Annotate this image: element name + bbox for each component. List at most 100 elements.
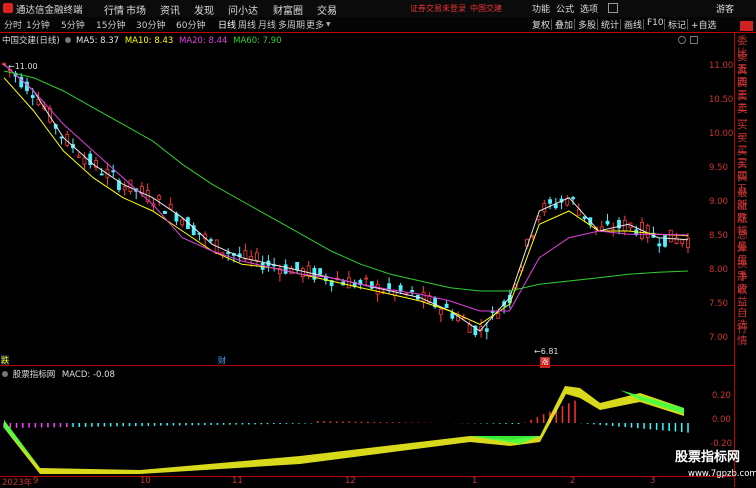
ma10-value: MA10: 8.43 <box>124 36 174 46</box>
candle[interactable] <box>180 219 185 226</box>
candle[interactable] <box>467 323 472 333</box>
candle[interactable] <box>76 155 81 158</box>
menu-gongshi[interactable]: 公式 <box>556 2 574 15</box>
ma-line-ma20 <box>3 63 689 312</box>
candle[interactable] <box>59 136 64 139</box>
tool-fuquan[interactable]: 复权 <box>532 18 550 31</box>
tool-add-watchlist[interactable]: +自选 <box>691 18 717 31</box>
period-more[interactable]: 更多 <box>306 18 324 31</box>
candle[interactable] <box>605 220 610 225</box>
candle[interactable] <box>484 328 489 332</box>
candle[interactable] <box>157 195 162 200</box>
candle[interactable] <box>680 239 685 244</box>
more-chevron-icon[interactable]: ▼ <box>326 21 331 28</box>
candle[interactable] <box>111 170 116 173</box>
stock-link[interactable]: 中国交建 <box>470 3 502 14</box>
ma-line-ma5 <box>3 63 689 332</box>
candle[interactable] <box>410 289 415 293</box>
period-5min[interactable]: 5分钟 <box>61 18 85 31</box>
candle[interactable] <box>444 303 449 308</box>
chart-settings-icon[interactable] <box>678 36 686 44</box>
period-toolbar: 分时 1分钟 5分钟 15分钟 30分钟 60分钟 日线 周线 月线 多周期 更… <box>0 17 756 33</box>
date-tick: 11 <box>232 476 243 486</box>
tool-diejia[interactable]: 叠加 <box>555 18 573 31</box>
candle[interactable] <box>255 252 259 261</box>
period-fenshi[interactable]: 分时 <box>4 18 22 31</box>
candle[interactable] <box>450 312 455 319</box>
toolbar-divider <box>551 19 552 30</box>
candle[interactable] <box>122 186 127 191</box>
candle[interactable] <box>438 308 443 315</box>
candle[interactable] <box>168 203 173 210</box>
menu-wenxiaoda[interactable]: 问小达 <box>228 2 258 17</box>
price-tick: 8.50 <box>709 231 728 241</box>
menu-zixun[interactable]: 资讯 <box>160 2 180 17</box>
quote-label[interactable]: 行情 <box>737 323 756 347</box>
menu-faxian[interactable]: 发现 <box>194 2 214 17</box>
candle[interactable] <box>30 95 35 99</box>
panel-toggle-icon[interactable] <box>740 21 753 31</box>
candle[interactable] <box>645 225 650 238</box>
tool-biaoji[interactable]: 标记 <box>668 18 686 31</box>
candle[interactable] <box>375 283 380 295</box>
candle[interactable] <box>306 265 311 277</box>
candle[interactable] <box>82 157 87 165</box>
price-tick: 9.00 <box>709 197 728 207</box>
candle[interactable] <box>657 243 662 247</box>
tool-f10[interactable]: F10 <box>647 18 664 28</box>
period-15min[interactable]: 15分钟 <box>96 18 125 31</box>
window-icon[interactable] <box>608 3 618 13</box>
chart-maximize-icon[interactable] <box>690 36 698 44</box>
period-1min[interactable]: 1分钟 <box>26 18 50 31</box>
kline-chart[interactable] <box>0 33 700 363</box>
menu-xuanxiang[interactable]: 选项 <box>580 2 598 15</box>
candle[interactable] <box>582 216 587 220</box>
ma-line-ma60 <box>3 70 689 292</box>
login-warning[interactable]: 证券交易未登录 <box>410 3 466 14</box>
app-logo-icon <box>3 3 13 13</box>
candle[interactable] <box>283 264 288 274</box>
candle[interactable] <box>163 211 167 215</box>
menu-gongneng[interactable]: 功能 <box>532 2 550 15</box>
candle[interactable] <box>571 197 575 200</box>
candle[interactable] <box>398 285 403 292</box>
candle[interactable] <box>226 252 231 254</box>
period-month[interactable]: 月线 <box>258 18 276 31</box>
candle[interactable] <box>99 173 104 176</box>
tool-huaxian[interactable]: 画线 <box>624 18 642 31</box>
candle[interactable] <box>295 261 300 271</box>
period-30min[interactable]: 30分钟 <box>136 18 165 31</box>
menu-caifuquan[interactable]: 财富圈 <box>273 2 303 17</box>
candle[interactable] <box>346 277 351 289</box>
stock-title: 中国交建(日线) <box>2 36 60 46</box>
event-marker-zhang[interactable]: 涨 <box>540 357 550 368</box>
date-tick: 10 <box>140 476 151 486</box>
candle[interactable] <box>668 229 673 243</box>
candle[interactable] <box>565 198 570 206</box>
menu-hangqing[interactable]: 行情 <box>104 2 124 17</box>
menu-shichang[interactable]: 市场 <box>126 2 146 17</box>
top-menu-bar: 通达信金融终端 行情 市场 资讯 发现 问小达 财富圈 交易 证券交易未登录 中… <box>0 0 756 18</box>
indicator-icon[interactable] <box>2 371 8 377</box>
period-week[interactable]: 周线 <box>238 18 256 31</box>
candle[interactable] <box>548 199 552 204</box>
candle[interactable] <box>553 203 558 209</box>
period-day[interactable]: 日线 <box>218 18 236 31</box>
period-multi[interactable]: 多周期 <box>278 18 305 31</box>
candle[interactable] <box>530 235 535 238</box>
candle[interactable] <box>209 239 213 242</box>
guest-label[interactable]: 游客 <box>716 2 734 15</box>
candle[interactable] <box>387 283 392 290</box>
macd-chart[interactable] <box>0 378 700 476</box>
tool-tongji[interactable]: 统计 <box>601 18 619 31</box>
period-60min[interactable]: 60分钟 <box>176 18 205 31</box>
candle[interactable] <box>496 313 501 319</box>
tool-duogu[interactable]: 多股 <box>578 18 596 31</box>
candle[interactable] <box>318 268 323 275</box>
candle[interactable] <box>300 268 305 278</box>
candle[interactable] <box>663 235 667 247</box>
candle[interactable] <box>364 277 369 280</box>
menu-jiaoyi[interactable]: 交易 <box>317 2 337 17</box>
legend-icon[interactable] <box>65 37 72 43</box>
candle[interactable] <box>542 203 547 213</box>
